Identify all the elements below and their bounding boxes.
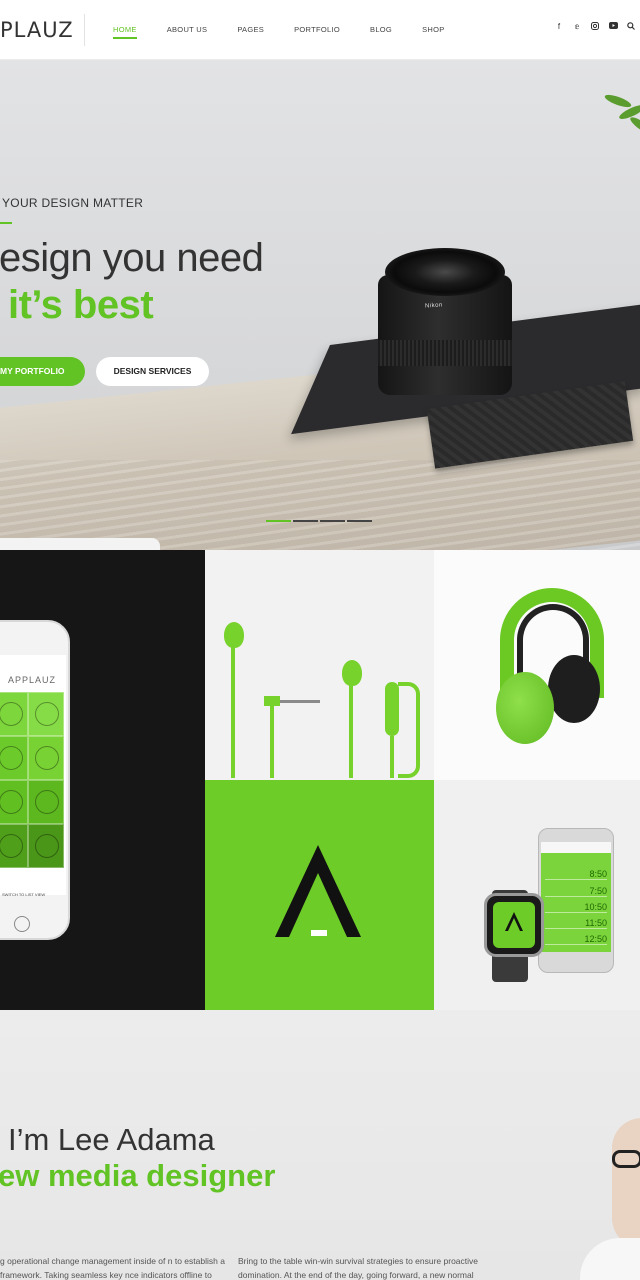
about-text-column: g operational change management inside o…: [0, 1256, 225, 1280]
facebook-icon[interactable]: f: [550, 22, 568, 32]
earphone-jack: [264, 696, 280, 706]
search-icon[interactable]: [622, 22, 640, 32]
clock-icon: [0, 834, 23, 858]
earbud-left: [224, 622, 244, 648]
headphone-cup-left: [496, 672, 554, 744]
hero-slider: Nikon YOUR DESIGN MATTER esign you need …: [0, 60, 640, 550]
brand-a-logo: [275, 845, 361, 937]
logo-divider: [84, 14, 85, 46]
earphone-loop: [398, 682, 420, 778]
hero-eyebrow: YOUR DESIGN MATTER: [2, 196, 144, 210]
about-text-column: Bring to the table win-win survival stra…: [238, 1256, 479, 1280]
phone-home-button: [14, 916, 30, 932]
about-role: ew media designer: [0, 1158, 276, 1193]
plant-leaf: [628, 114, 640, 138]
slider-dot[interactable]: [320, 520, 345, 522]
clock-icon: [35, 790, 59, 814]
earbud-right: [342, 660, 362, 686]
phone-clock-cell: [0, 736, 28, 780]
portrait-photo: [612, 1118, 640, 1248]
nav-portfolio[interactable]: PORTFOLIO: [294, 0, 340, 60]
earphone-remote: [385, 682, 399, 736]
earphone-wire: [231, 646, 235, 778]
hero-monitor-image: [0, 538, 160, 550]
device-time-row: 7:50: [545, 885, 607, 897]
phone-clock-cell: [28, 780, 64, 824]
main-nav: HOME ABOUT US PAGES PORTFOLIO BLOG SHOP: [113, 0, 475, 60]
device-time-row: 10:50: [545, 901, 607, 913]
hero-headline: esign you need: [0, 236, 264, 280]
site-header: PLAUZ HOME ABOUT US PAGES PORTFOLIO BLOG…: [0, 0, 640, 60]
device-time-row: 11:50: [545, 917, 607, 929]
instagram-icon[interactable]: [586, 22, 604, 32]
nav-shop[interactable]: SHOP: [422, 0, 444, 60]
phone-clock-cell: [0, 824, 28, 868]
nav-about-us[interactable]: ABOUT US: [167, 0, 208, 60]
phone-clock-cell: [28, 824, 64, 868]
clock-icon: [0, 790, 23, 814]
hero-lens-top: [385, 248, 505, 296]
hero-accent-rule: [0, 222, 12, 224]
earphone-wire: [349, 684, 353, 778]
about-section: I’m Lee Adama ew media designer g operat…: [0, 1010, 640, 1280]
clock-icon: [35, 746, 59, 770]
nav-home[interactable]: HOME: [113, 0, 137, 60]
slider-pagination: [266, 520, 374, 522]
device-time-row: 8:50: [545, 868, 607, 880]
hero-table-grain: [0, 460, 640, 550]
phone-app-title: APPLAUZ: [8, 675, 57, 685]
nav-pages[interactable]: PAGES: [237, 0, 264, 60]
clock-icon: [0, 702, 23, 726]
twitter-icon[interactable]: 𝕖: [568, 22, 586, 32]
phone-clock-cell: [0, 780, 28, 824]
earphone-wire: [390, 736, 394, 778]
hero-lens-label: Nikon: [424, 302, 444, 310]
phone-clock-cell: [0, 692, 28, 736]
clock-icon: [35, 702, 59, 726]
portrait-glasses: [612, 1150, 640, 1168]
clock-icon: [35, 834, 59, 858]
hero-lens-ring: [378, 340, 512, 366]
device-time-row: 12:50: [545, 933, 607, 945]
portfolio-tile-app[interactable]: APPLAUZ SWITCH TO LIST VIEW: [0, 550, 205, 1010]
phone-clock-cell: [28, 692, 64, 736]
site-logo[interactable]: PLAUZ: [0, 18, 74, 42]
slider-dot[interactable]: [347, 520, 372, 522]
clock-icon: [0, 746, 23, 770]
watch-a-logo: [505, 912, 523, 931]
hero-headline-accent: it’s best: [8, 283, 154, 327]
headphone-cup-right: [548, 655, 600, 723]
brand-a-logo-bar: [311, 930, 327, 936]
phone-clock-cell: [28, 736, 64, 780]
earphone-wire: [270, 705, 274, 778]
social-links: f 𝕖: [550, 22, 640, 32]
slider-dot[interactable]: [293, 520, 318, 522]
phone-list-view-label: SWITCH TO LIST VIEW: [2, 892, 46, 897]
nav-blog[interactable]: BLOG: [370, 0, 392, 60]
design-services-button[interactable]: DESIGN SERVICES: [96, 357, 209, 386]
youtube-icon[interactable]: [604, 22, 622, 32]
about-name: I’m Lee Adama: [8, 1122, 215, 1157]
plant-leaf: [603, 92, 633, 110]
earphone-jack-tip: [280, 700, 320, 703]
slider-dot[interactable]: [266, 520, 291, 522]
my-portfolio-button[interactable]: MY PORTFOLIO: [0, 357, 85, 386]
